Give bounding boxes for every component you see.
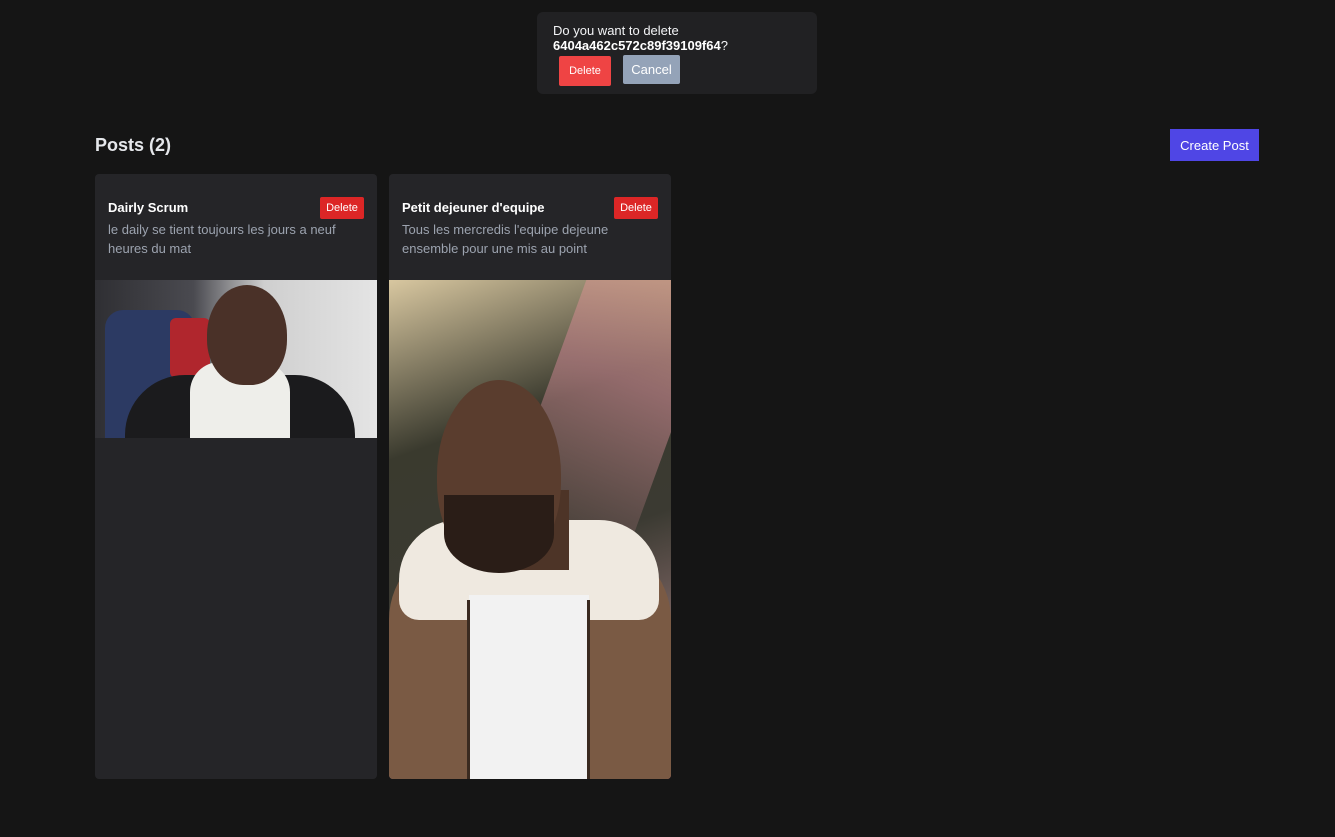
- post-description: le daily se tient toujours les jours a n…: [108, 222, 336, 256]
- post-description: Tous les mercredis l'equipe dejeune ense…: [402, 222, 609, 256]
- toast-suffix: ?: [720, 38, 728, 53]
- post-image: [389, 280, 671, 779]
- toast-actions: Delete Cancel: [559, 55, 680, 86]
- create-post-button[interactable]: Create Post: [1170, 129, 1259, 161]
- post-delete-button[interactable]: Delete: [320, 197, 364, 219]
- confirm-delete-button[interactable]: Delete: [559, 56, 611, 86]
- post-card-header: Petit dejeuner d'equipe Delete Tous les …: [389, 174, 671, 280]
- toast-message: Do you want to delete 6404a462c572c89f39…: [553, 23, 801, 53]
- page-title: Posts (2): [95, 135, 172, 155]
- delete-confirm-toast: Do you want to delete 6404a462c572c89f39…: [537, 12, 817, 94]
- post-card: Dairly Scrum Delete le daily se tient to…: [95, 174, 377, 779]
- post-card: Petit dejeuner d'equipe Delete Tous les …: [389, 174, 671, 779]
- toast-post-id: 6404a462c572c89f39109f64: [553, 38, 721, 53]
- toast-question: Do you want to delete: [553, 23, 679, 38]
- post-image: [95, 280, 377, 438]
- post-card-header: Dairly Scrum Delete le daily se tient to…: [95, 174, 377, 280]
- post-delete-button[interactable]: Delete: [614, 197, 658, 219]
- cancel-button[interactable]: Cancel: [623, 55, 680, 84]
